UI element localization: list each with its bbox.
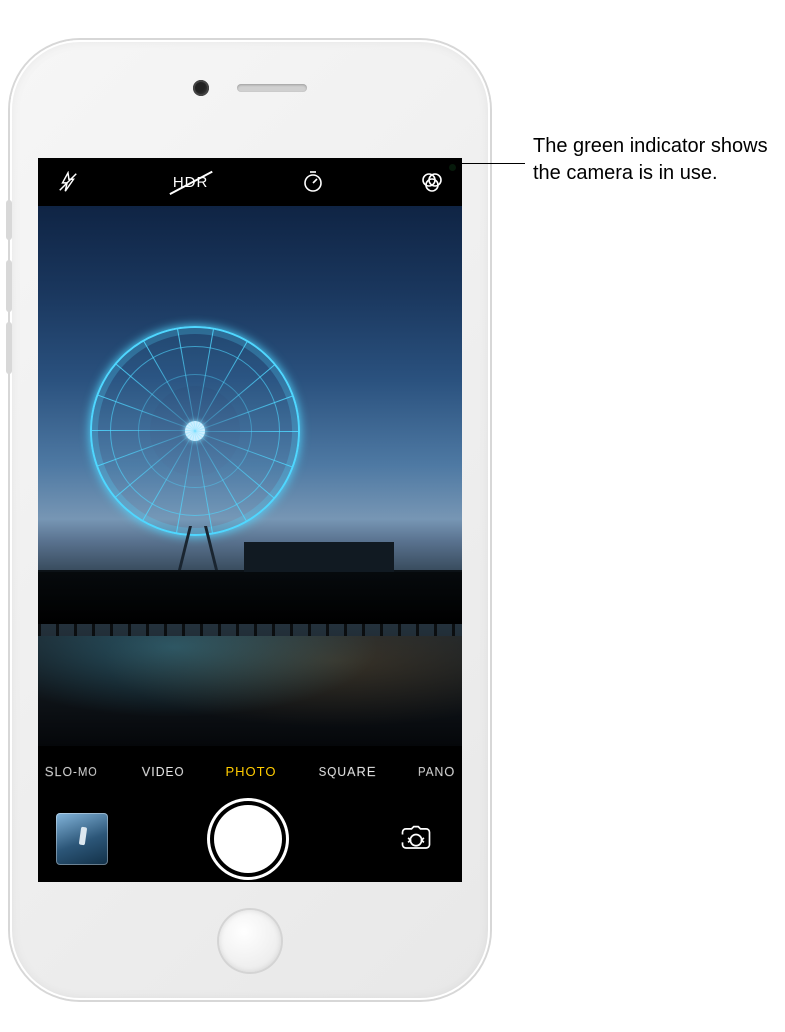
front-camera-lens (193, 80, 209, 96)
device-top-sensors (193, 80, 307, 96)
timer-icon[interactable] (297, 166, 329, 198)
side-button-lock (6, 200, 12, 240)
hdr-off-button[interactable]: HDR (171, 174, 211, 191)
last-photo-thumbnail[interactable] (56, 813, 108, 865)
shutter-button[interactable] (214, 805, 282, 873)
callout-leader-line (455, 163, 525, 164)
camera-bottom-toolbar (38, 796, 462, 882)
flash-off-icon[interactable] (52, 166, 84, 198)
mode-video[interactable]: VIDEO (141, 763, 184, 778)
filters-icon[interactable] (416, 166, 448, 198)
side-button-volume-down (6, 322, 12, 374)
side-button-volume-up (6, 260, 12, 312)
flip-camera-button[interactable] (388, 819, 444, 859)
mode-photo[interactable]: PHOTO (225, 764, 276, 779)
earpiece-speaker (237, 84, 307, 92)
mode-slo-mo[interactable]: SLO-MO (45, 763, 98, 779)
mode-square[interactable]: SQUARE (319, 763, 377, 779)
camera-top-toolbar: HDR (38, 158, 462, 206)
camera-mode-selector[interactable]: SLO-MO VIDEO PHOTO SQUARE PANO (38, 746, 462, 796)
screen: HDR (38, 158, 462, 882)
ipod-touch-device: HDR (10, 40, 490, 1000)
callout-text: The green indicator shows the camera is … (533, 133, 768, 187)
viewfinder-scene (90, 326, 300, 536)
mode-pano[interactable]: PANO (418, 763, 455, 779)
camera-viewfinder[interactable] (38, 206, 462, 746)
home-button[interactable] (219, 910, 281, 972)
